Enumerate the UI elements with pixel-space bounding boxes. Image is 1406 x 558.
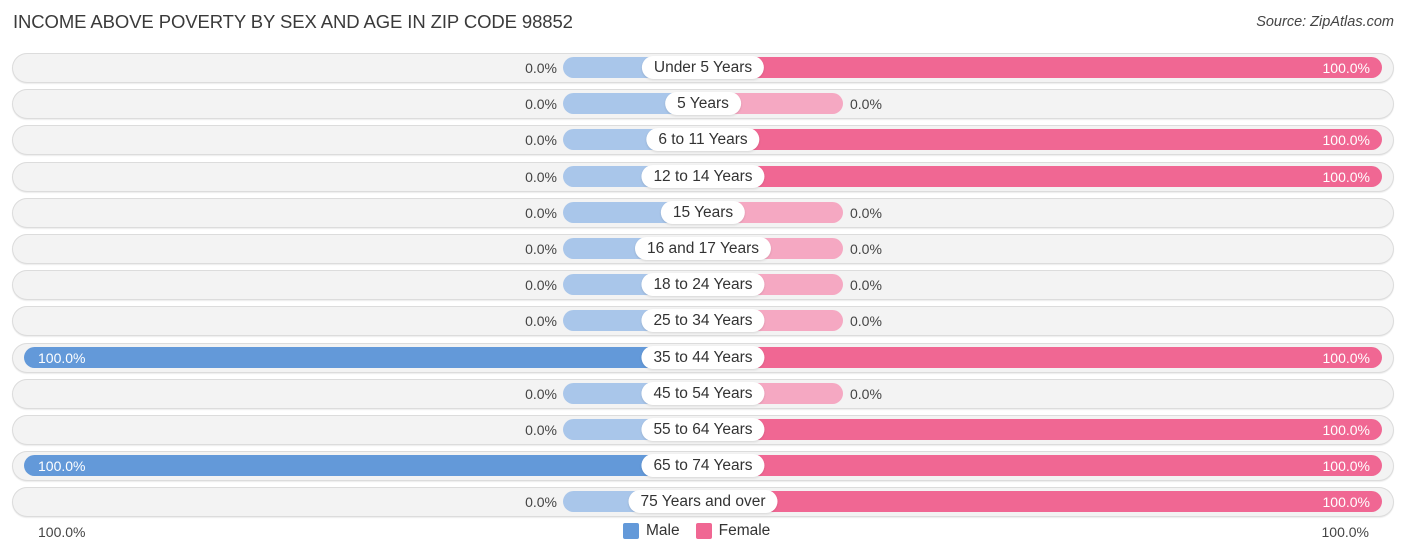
category-label: 75 Years and over	[628, 490, 778, 514]
chart-row: 0.0% 100.0% 12 to 14 Years	[12, 161, 1394, 192]
legend-label-male: Male	[646, 522, 680, 539]
source-label: Source: ZipAtlas.com	[1256, 14, 1394, 30]
bar-female[interactable]	[703, 419, 1382, 440]
value-label-male: 0.0%	[525, 422, 557, 438]
bar-female[interactable]	[703, 346, 1382, 368]
value-label-male: 0.0%	[525, 204, 557, 221]
legend-label-female: Female	[718, 522, 771, 539]
category-label: 5 Years	[665, 92, 741, 116]
value-label-male: 100.0%	[38, 349, 86, 366]
bar-female[interactable]	[703, 57, 1382, 78]
value-label-male: 0.0%	[525, 494, 557, 511]
value-label-male: 0.0%	[525, 60, 557, 76]
bar-female[interactable]	[703, 165, 1382, 187]
value-label-female: 0.0%	[850, 385, 882, 402]
value-label-female: 100.0%	[1322, 132, 1370, 149]
axis-label-right: 100.0%	[1321, 524, 1369, 540]
value-label-female: 100.0%	[1322, 422, 1370, 438]
category-label: 18 to 24 Years	[641, 273, 765, 297]
chart-row: 0.0% 100.0% Under 5 Years	[12, 53, 1394, 83]
value-label-male: 0.0%	[525, 168, 557, 185]
category-label: 25 to 34 Years	[641, 309, 765, 333]
category-label: 16 and 17 Years	[634, 237, 772, 260]
value-label-female: 100.0%	[1322, 168, 1370, 185]
legend-swatch-female	[695, 523, 712, 539]
value-label-male: 0.0%	[525, 132, 557, 149]
chart-row: 0.0% 100.0% 6 to 11 Years	[12, 125, 1394, 156]
chart-row: 0.0% 0.0% 16 and 17 Years	[12, 234, 1394, 264]
value-label-female: 0.0%	[850, 96, 882, 113]
value-label-male: 0.0%	[525, 241, 557, 257]
category-label: 55 to 64 Years	[641, 418, 765, 441]
legend-item-male[interactable]: Male	[623, 522, 680, 540]
bar-female[interactable]	[703, 129, 1382, 151]
legend-item-female[interactable]: Female	[695, 522, 771, 540]
value-label-female: 100.0%	[1322, 349, 1370, 366]
value-label-female: 0.0%	[850, 204, 882, 221]
bar-female[interactable]	[703, 491, 1382, 513]
bar-male[interactable]	[24, 455, 703, 477]
category-label: 45 to 54 Years	[641, 381, 765, 405]
chart-title: INCOME ABOVE POVERTY BY SEX AND AGE IN Z…	[13, 11, 573, 32]
legend-swatch-male	[623, 523, 639, 539]
value-label-male: 0.0%	[525, 385, 557, 402]
chart-row: 0.0% 0.0% 25 to 34 Years	[12, 306, 1394, 337]
axis-label-left: 100.0%	[38, 524, 86, 540]
chart-row: 0.0% 0.0% 18 to 24 Years	[12, 270, 1394, 301]
value-label-male: 0.0%	[525, 277, 557, 294]
chart-row: 0.0% 0.0% 45 to 54 Years	[12, 378, 1394, 409]
value-label-female: 100.0%	[1322, 458, 1370, 475]
category-label: 12 to 14 Years	[641, 164, 765, 188]
chart-row: 0.0% 100.0% 55 to 64 Years	[12, 415, 1394, 445]
value-label-female: 0.0%	[850, 313, 882, 330]
category-label: 35 to 44 Years	[641, 345, 765, 369]
value-label-female: 0.0%	[850, 277, 882, 294]
legend: Male Female	[623, 522, 786, 540]
chart-row: 0.0% 0.0% 15 Years	[12, 197, 1394, 228]
value-label-female: 100.0%	[1322, 494, 1370, 511]
category-label: Under 5 Years	[641, 56, 765, 79]
chart-row: 100.0% 100.0% 35 to 44 Years	[12, 342, 1394, 373]
bar-male[interactable]	[24, 346, 703, 368]
value-label-female: 100.0%	[1322, 60, 1370, 76]
value-label-female: 0.0%	[850, 241, 882, 257]
chart-row: 0.0% 100.0% 75 Years and over	[12, 487, 1394, 518]
category-label: 65 to 74 Years	[641, 454, 765, 478]
chart-row: 0.0% 0.0% 5 Years	[12, 89, 1394, 120]
chart-row: 100.0% 100.0% 65 to 74 Years	[12, 451, 1394, 482]
category-label: 6 to 11 Years	[646, 128, 760, 152]
bar-female[interactable]	[703, 455, 1382, 477]
value-label-male: 0.0%	[525, 96, 557, 113]
value-label-male: 0.0%	[525, 313, 557, 330]
value-label-male: 100.0%	[38, 458, 86, 475]
category-label: 15 Years	[660, 200, 746, 224]
